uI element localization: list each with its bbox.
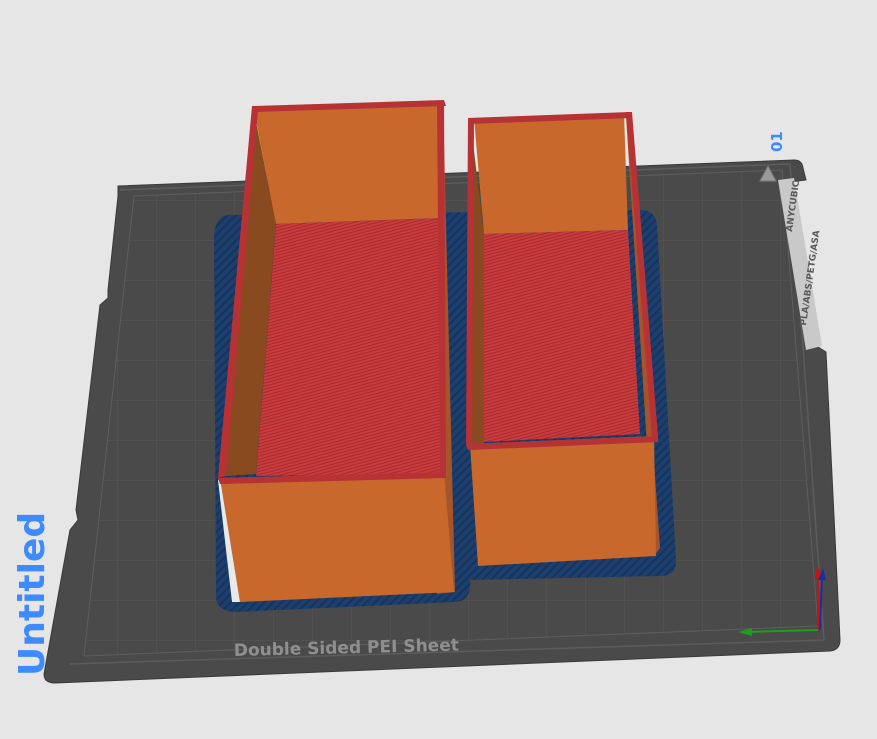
object-left-box[interactable] bbox=[218, 100, 455, 602]
plate-number[interactable]: 01 bbox=[768, 131, 786, 152]
object-right-box[interactable] bbox=[466, 112, 660, 566]
3d-viewport[interactable]: ANYCUBIC PLA/ABS/PETG/ASA 01 Double Side… bbox=[0, 0, 877, 739]
plate-name[interactable]: Untitled bbox=[12, 512, 53, 676]
